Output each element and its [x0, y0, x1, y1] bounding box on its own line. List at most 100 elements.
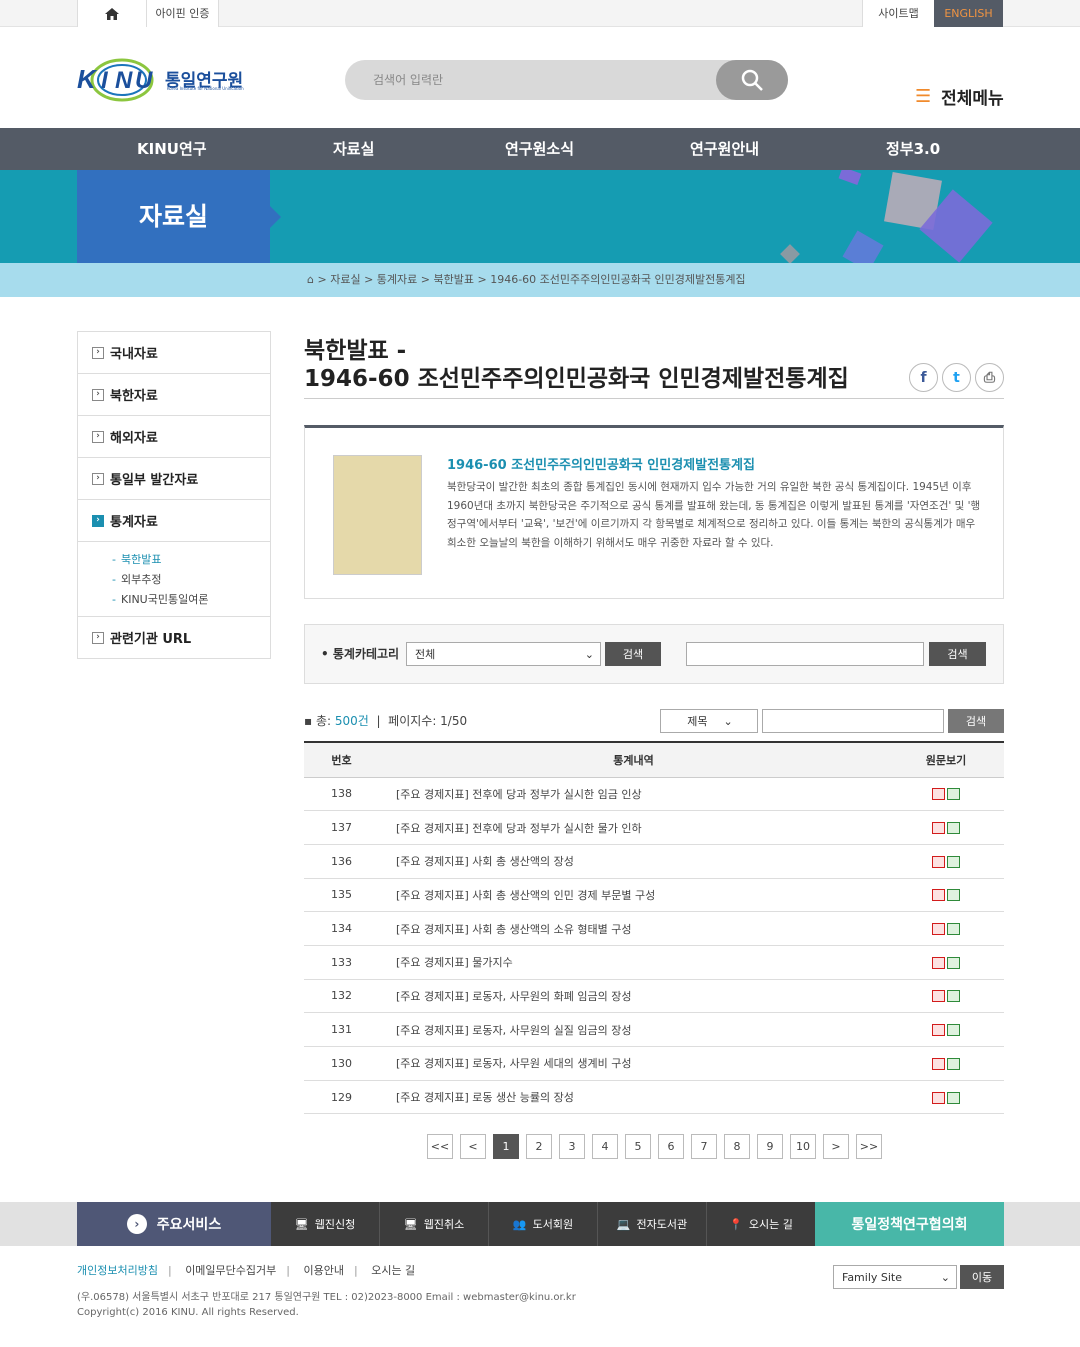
all-menu-button[interactable]: ☰ 전체메뉴: [915, 84, 1004, 109]
excel-icon[interactable]: [947, 889, 960, 902]
facebook-icon[interactable]: f: [909, 363, 938, 392]
page-button[interactable]: 9: [757, 1134, 783, 1159]
field-select[interactable]: 제목 ⌄: [660, 709, 758, 733]
excel-icon[interactable]: [947, 923, 960, 936]
nav-kinu-research[interactable]: KINU연구: [137, 128, 207, 170]
page-button[interactable]: 10: [790, 1134, 816, 1159]
search-input[interactable]: 검색어 입력란: [373, 60, 443, 100]
footer-privacy-link[interactable]: 개인정보처리방침: [77, 1264, 158, 1277]
side-sub-north-announce[interactable]: - 북한발표: [112, 550, 270, 570]
page-button[interactable]: 5: [625, 1134, 651, 1159]
breadcrumb-item[interactable]: 1946-60 조선민주주의인민공화국 인민경제발전통계집: [490, 273, 745, 286]
family-site-select[interactable]: Family Site ⌄: [833, 1265, 957, 1289]
breadcrumb: ⌂ > 자료실 > 통계자료 > 북한발표 > 1946-60 조선민주주의인민…: [0, 263, 1080, 297]
page-button[interactable]: 7: [691, 1134, 717, 1159]
excel-icon[interactable]: [947, 855, 960, 868]
excel-icon[interactable]: [947, 788, 960, 801]
footer-email-refusal-link[interactable]: 이메일무단수집거부: [185, 1264, 276, 1277]
search-button[interactable]: [716, 60, 788, 100]
side-item-ministry[interactable]: › 통일부 발간자료: [78, 458, 270, 500]
pdf-icon[interactable]: [932, 1091, 945, 1104]
kinu-logo[interactable]: K I N U 통일연구원 Korea Institute for Nation…: [77, 56, 247, 104]
footer-guide-link[interactable]: 이용안내: [304, 1264, 344, 1277]
pdf-icon[interactable]: [932, 923, 945, 936]
row-title-link[interactable]: [주요 경제지표] 로동자, 사무원 세대의 생계비 구성: [379, 1046, 888, 1081]
home-icon[interactable]: ⌂: [307, 273, 314, 286]
side-item-overseas[interactable]: › 해외자료: [78, 416, 270, 458]
footer-directions-link[interactable]: 오시는 길: [371, 1264, 415, 1277]
family-site-go-button[interactable]: 이동: [960, 1265, 1004, 1289]
breadcrumb-item[interactable]: 자료실: [330, 273, 360, 286]
total-count: 500건: [334, 714, 369, 728]
page-button[interactable]: 4: [592, 1134, 618, 1159]
list-search-input[interactable]: [762, 709, 944, 733]
pdf-icon[interactable]: [932, 822, 945, 835]
keyword-input[interactable]: [686, 642, 924, 666]
keyword-search-button[interactable]: 검색: [929, 642, 986, 666]
row-title-link[interactable]: [주요 경제지표] 사회 총 생산액의 소유 형태별 구성: [379, 911, 888, 946]
twitter-icon[interactable]: t: [942, 363, 971, 392]
nav-about[interactable]: 연구원안내: [690, 128, 759, 170]
excel-icon[interactable]: [947, 1024, 960, 1037]
service-webzine-subscribe[interactable]: 🖥 웹진신청: [271, 1202, 380, 1246]
row-title-link[interactable]: [주요 경제지표] 사회 총 생산액의 인민 경제 부문별 구성: [379, 878, 888, 913]
nav-news[interactable]: 연구원소식: [505, 128, 574, 170]
category-select[interactable]: 전체 ⌄: [406, 642, 601, 666]
row-title-link[interactable]: [주요 경제지표] 전후에 당과 정부가 실시한 임금 인상: [379, 777, 888, 812]
first-page-button[interactable]: <<: [427, 1134, 453, 1159]
breadcrumb-item[interactable]: 북한발표: [434, 273, 474, 286]
nav-archive[interactable]: 자료실: [333, 128, 374, 170]
next-page-button[interactable]: >: [823, 1134, 849, 1159]
pdf-icon[interactable]: [932, 1057, 945, 1070]
home-button[interactable]: [77, 0, 147, 27]
page-button[interactable]: 1: [493, 1134, 519, 1159]
service-library-member[interactable]: 👥 도서회원: [489, 1202, 598, 1246]
service-directions[interactable]: 📍 오시는 길: [707, 1202, 816, 1246]
english-link[interactable]: ENGLISH: [934, 0, 1003, 27]
pdf-icon[interactable]: [932, 889, 945, 902]
side-sub-external[interactable]: - 외부추정: [112, 570, 270, 590]
page-button[interactable]: 6: [658, 1134, 684, 1159]
side-item-domestic[interactable]: › 국내자료: [78, 332, 270, 374]
pdf-icon[interactable]: [932, 1024, 945, 1037]
sitemap-link[interactable]: 사이트맵: [862, 0, 934, 27]
breadcrumb-item[interactable]: 통계자료: [377, 273, 417, 286]
print-icon[interactable]: ⎙: [975, 363, 1004, 392]
page-button[interactable]: 3: [559, 1134, 585, 1159]
search-icon: [741, 69, 763, 91]
ipin-auth-link[interactable]: 아이핀 인증: [147, 0, 219, 27]
service-e-library[interactable]: 💻 전자도서관: [598, 1202, 707, 1246]
row-number: 130: [304, 1046, 379, 1081]
list-search-button[interactable]: 검색: [948, 709, 1004, 733]
excel-icon[interactable]: [947, 822, 960, 835]
page-button[interactable]: 8: [724, 1134, 750, 1159]
row-title-link[interactable]: [주요 경제지표] 로동 생산 능률의 장성: [379, 1080, 888, 1115]
row-title-link[interactable]: [주요 경제지표] 물가지수: [379, 945, 888, 980]
main-services-button[interactable]: › 주요서비스: [77, 1202, 271, 1246]
excel-icon[interactable]: [947, 990, 960, 1003]
side-sub-survey[interactable]: - KINU국민통일여론: [112, 590, 270, 610]
row-downloads: [888, 844, 1004, 879]
nav-gov30[interactable]: 정부3.0: [886, 128, 940, 170]
service-webzine-cancel[interactable]: 🖥 웹진취소: [380, 1202, 489, 1246]
side-item-related-url[interactable]: › 관련기관 URL: [78, 617, 270, 659]
page-button[interactable]: 2: [526, 1134, 552, 1159]
row-title-link[interactable]: [주요 경제지표] 로동자, 사무원의 실질 임금의 장성: [379, 1012, 888, 1047]
category-search-button[interactable]: 검색: [605, 642, 661, 666]
prev-page-button[interactable]: <: [460, 1134, 486, 1159]
row-title-link[interactable]: [주요 경제지표] 전후에 당과 정부가 실시한 물가 인하: [379, 810, 888, 845]
last-page-button[interactable]: >>: [856, 1134, 882, 1159]
row-title-link[interactable]: [주요 경제지표] 로동자, 사무원의 화폐 임금의 장성: [379, 979, 888, 1014]
service-bar: › 주요서비스 🖥 웹진신청 🖥 웹진취소 👥 도서회원 💻 전자도서관 📍 오시는 길 …: [0, 1202, 1080, 1246]
excel-icon[interactable]: [947, 1057, 960, 1070]
unification-policy-council-link[interactable]: 통일정책연구협의회: [815, 1202, 1004, 1246]
pdf-icon[interactable]: [932, 990, 945, 1003]
row-title-link[interactable]: [주요 경제지표] 사회 총 생산액의 장성: [379, 844, 888, 879]
pdf-icon[interactable]: [932, 956, 945, 969]
pdf-icon[interactable]: [932, 855, 945, 868]
pdf-icon[interactable]: [932, 788, 945, 801]
side-item-north[interactable]: › 북한자료: [78, 374, 270, 416]
side-item-statistics[interactable]: › 통계자료: [78, 500, 270, 542]
excel-icon[interactable]: [947, 956, 960, 969]
excel-icon[interactable]: [947, 1091, 960, 1104]
